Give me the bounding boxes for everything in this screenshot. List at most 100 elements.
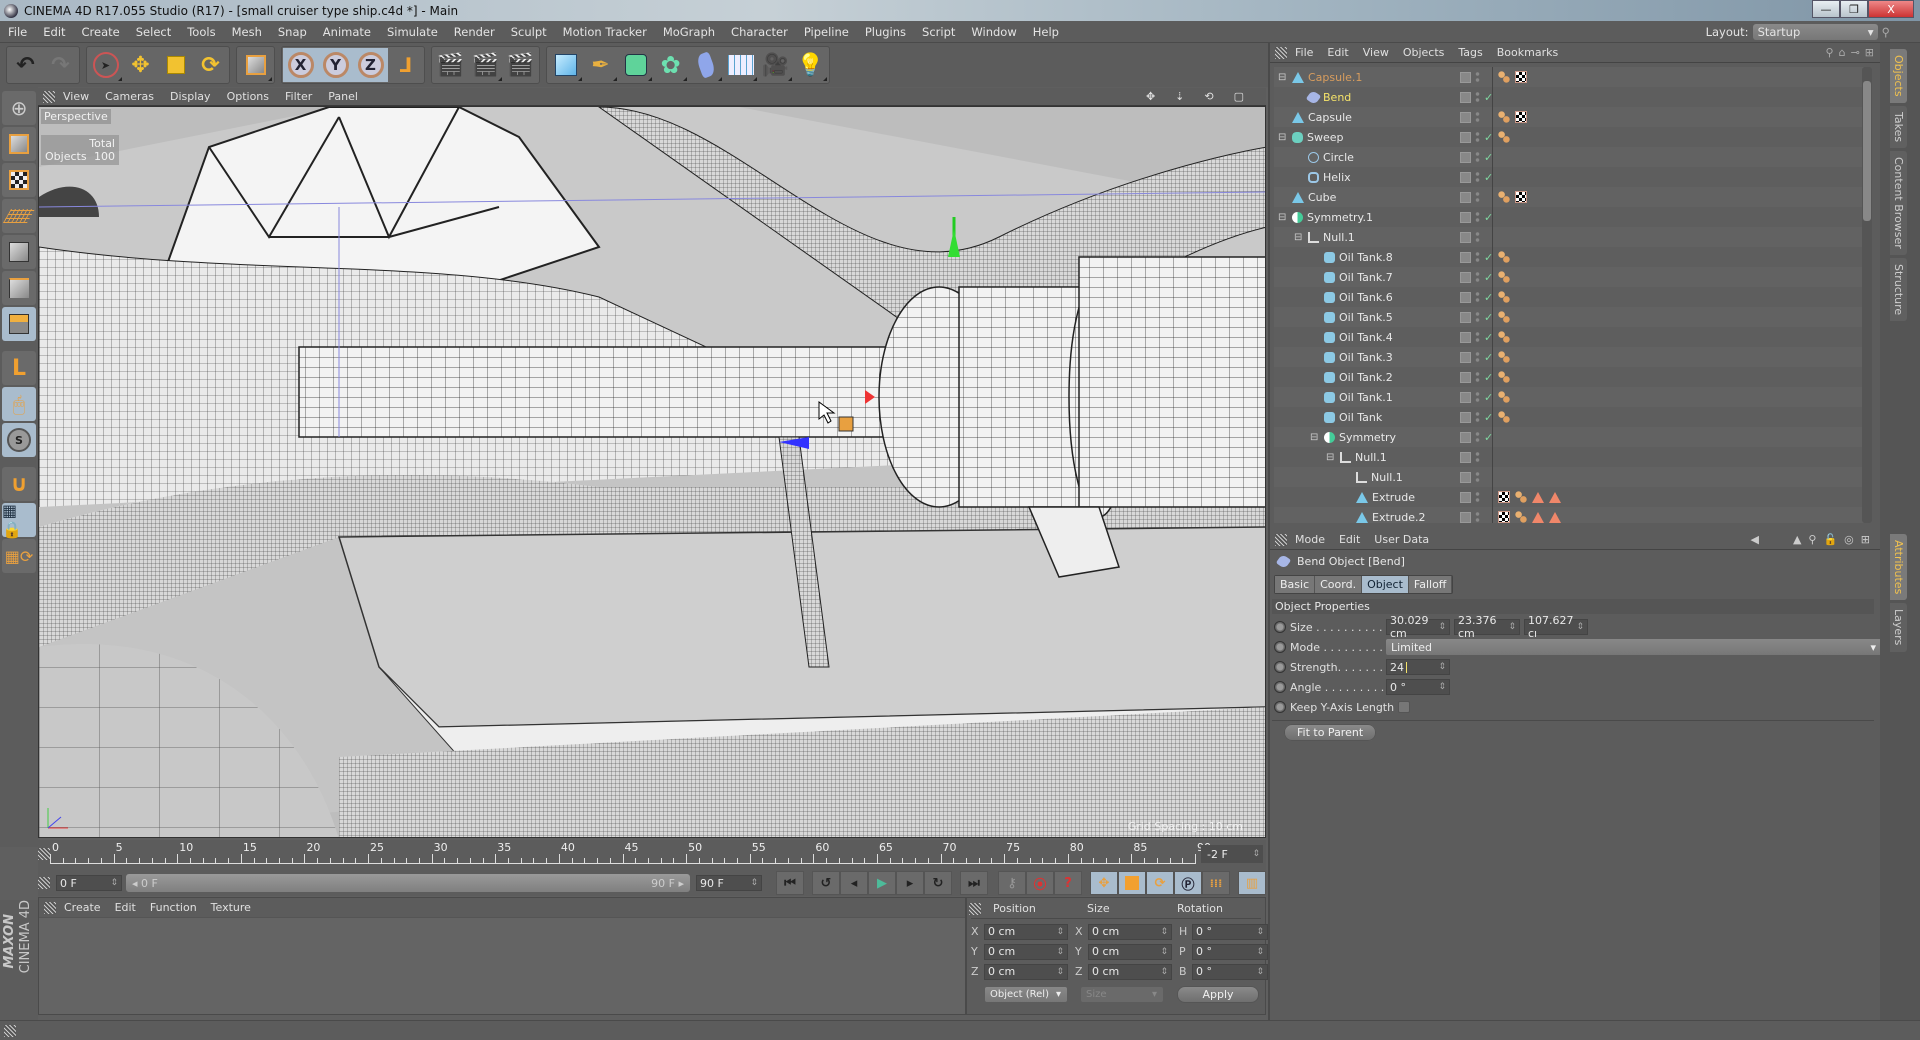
visibility-dots-toggle[interactable]: [1475, 271, 1480, 283]
layer-swatch[interactable]: [1460, 391, 1471, 403]
angle-animate-toggle[interactable]: [1274, 681, 1286, 693]
visibility-dots-toggle[interactable]: [1475, 211, 1480, 223]
camera-label[interactable]: Perspective: [41, 109, 111, 124]
visibility-dots-toggle[interactable]: [1475, 451, 1480, 463]
spinner-icon[interactable]: ⇕: [1576, 622, 1584, 632]
object-name-cell[interactable]: Bend: [1294, 89, 1351, 105]
menu-plugins[interactable]: Plugins: [857, 25, 914, 39]
panel-grip-icon[interactable]: [1275, 533, 1287, 546]
tab-attributes[interactable]: Attributes: [1890, 534, 1907, 601]
object-row[interactable]: Oil Tank.4 ✓: [1274, 327, 1864, 347]
material-tag-icon[interactable]: [1515, 191, 1527, 203]
layer-swatch[interactable]: [1460, 251, 1471, 263]
size-x-field[interactable]: 0 cm ⇕: [1088, 923, 1172, 940]
obj-menu-bookmarks[interactable]: Bookmarks: [1497, 46, 1558, 59]
object-name-cell[interactable]: Extrude: [1342, 491, 1415, 504]
menu-script[interactable]: Script: [914, 25, 963, 39]
rotation-p-field[interactable]: 0 ° ⇕: [1192, 943, 1268, 960]
object-row[interactable]: Oil Tank ✓: [1274, 407, 1864, 427]
object-properties-header[interactable]: Object Properties: [1272, 599, 1874, 614]
collapse-toggle-icon[interactable]: ⊟: [1326, 452, 1336, 463]
position-x-field[interactable]: 0 cm ⇕: [984, 923, 1068, 940]
minimize-button[interactable]: —: [1812, 0, 1840, 18]
object-name-cell[interactable]: Null.1: [1342, 471, 1403, 484]
object-name-cell[interactable]: ⊟ Sweep: [1278, 131, 1344, 144]
collapse-toggle-icon[interactable]: ⊟: [1278, 132, 1288, 143]
mode-animate-toggle[interactable]: [1274, 641, 1286, 653]
visibility-dots-toggle[interactable]: [1475, 351, 1480, 363]
keep-y-animate-toggle[interactable]: [1274, 701, 1286, 713]
mode-dropdown[interactable]: Limited ▾: [1386, 639, 1882, 655]
spinner-icon[interactable]: ⇕: [1438, 662, 1446, 672]
phong-tag-icon[interactable]: [1515, 491, 1527, 503]
search-icon[interactable]: ⚲: [1882, 25, 1890, 39]
object-row[interactable]: Oil Tank.8 ✓: [1274, 247, 1864, 267]
object-row[interactable]: Oil Tank.2 ✓: [1274, 367, 1864, 387]
object-name-cell[interactable]: Extrude.2: [1342, 511, 1426, 523]
new-panel-icon[interactable]: ⊞: [1865, 46, 1874, 59]
deformer-button[interactable]: [688, 48, 723, 82]
spinner-icon[interactable]: ⇕: [1438, 622, 1446, 632]
object-row[interactable]: ⊟ Capsule.1: [1274, 67, 1864, 87]
size-animate-toggle[interactable]: [1274, 621, 1286, 633]
rotation-b-field[interactable]: 0 ° ⇕: [1192, 963, 1268, 980]
size-z-field[interactable]: 107.627 cı ⇕: [1524, 614, 1588, 640]
object-name-cell[interactable]: ⊟ Null.1: [1294, 231, 1355, 244]
layer-swatch[interactable]: [1460, 191, 1471, 203]
layer-swatch[interactable]: [1460, 291, 1471, 303]
play-button[interactable]: ▶: [868, 871, 896, 895]
layer-swatch[interactable]: [1460, 451, 1471, 463]
live-selection-button[interactable]: ➤: [88, 48, 123, 82]
search-icon[interactable]: ⚲: [1826, 46, 1834, 59]
visibility-dots-toggle[interactable]: [1475, 471, 1480, 483]
x-axis-lock-button[interactable]: X: [283, 48, 318, 82]
spinner-icon[interactable]: ⇕: [1438, 682, 1446, 692]
tab-content-browser[interactable]: Content Browser: [1890, 150, 1907, 255]
preview-range-slider[interactable]: ◂ 0 F 90 F ▸: [126, 874, 690, 892]
panel-grip-icon[interactable]: [38, 877, 50, 889]
obj-menu-file[interactable]: File: [1295, 46, 1313, 59]
solo-button[interactable]: S: [2, 423, 36, 457]
visibility-dots-toggle[interactable]: [1475, 71, 1480, 83]
phong-tag-icon[interactable]: [1498, 371, 1510, 383]
object-name-cell[interactable]: Oil Tank.5: [1310, 311, 1393, 324]
locked-workplane-button[interactable]: ▦🔒: [2, 501, 36, 539]
tab-structure[interactable]: Structure: [1890, 257, 1907, 321]
next-key-button[interactable]: ↻: [924, 871, 952, 895]
layer-swatch[interactable]: [1460, 411, 1471, 423]
texture-mode-button[interactable]: [2, 163, 36, 197]
close-button[interactable]: X: [1868, 0, 1914, 18]
object-name-cell[interactable]: Oil Tank.1: [1310, 391, 1393, 404]
phong-tag-icon[interactable]: [1498, 191, 1510, 203]
timeline-scheme-button[interactable]: ▥: [1238, 871, 1266, 895]
phong-tag-icon[interactable]: [1498, 411, 1510, 423]
visibility-dots-toggle[interactable]: [1475, 511, 1480, 523]
home-icon[interactable]: ⌂: [1839, 46, 1846, 59]
visibility-dots-toggle[interactable]: [1475, 391, 1480, 403]
object-row[interactable]: Extrude.2: [1274, 507, 1864, 523]
planar-workplane-button[interactable]: ▦⟳: [2, 539, 36, 573]
restore-button[interactable]: ❐: [1840, 0, 1868, 18]
object-name-cell[interactable]: Oil Tank.6: [1310, 291, 1393, 304]
material-tag-icon[interactable]: [1515, 71, 1527, 83]
object-row[interactable]: Oil Tank.7 ✓: [1274, 267, 1864, 287]
menu-window[interactable]: Window: [963, 25, 1024, 39]
menu-create[interactable]: Create: [74, 25, 128, 39]
pan-view-icon[interactable]: ✥: [1146, 90, 1155, 103]
layer-swatch[interactable]: [1460, 511, 1471, 523]
phong-tag-icon[interactable]: [1498, 71, 1510, 83]
visibility-dots-toggle[interactable]: [1475, 151, 1480, 163]
attr-menu-mode[interactable]: Mode: [1295, 533, 1325, 546]
subdivision-surface-button[interactable]: [618, 48, 653, 82]
viewport-menu-view[interactable]: View: [63, 90, 89, 103]
object-row[interactable]: Helix ✓: [1274, 167, 1864, 187]
record-rotation-button[interactable]: ⟳: [1146, 871, 1174, 895]
coordinate-system-button[interactable]: ⅃: [388, 48, 423, 82]
visibility-dots-toggle[interactable]: [1475, 191, 1480, 203]
collapse-toggle-icon[interactable]: ⊟: [1294, 232, 1304, 243]
record-position-button[interactable]: ✥: [1090, 871, 1118, 895]
warning-tag-icon[interactable]: [1532, 491, 1544, 503]
undo-button[interactable]: ↶: [8, 48, 43, 82]
object-row[interactable]: ⊟ Symmetry.1 ✓: [1274, 207, 1864, 227]
visibility-dots-toggle[interactable]: [1475, 331, 1480, 343]
